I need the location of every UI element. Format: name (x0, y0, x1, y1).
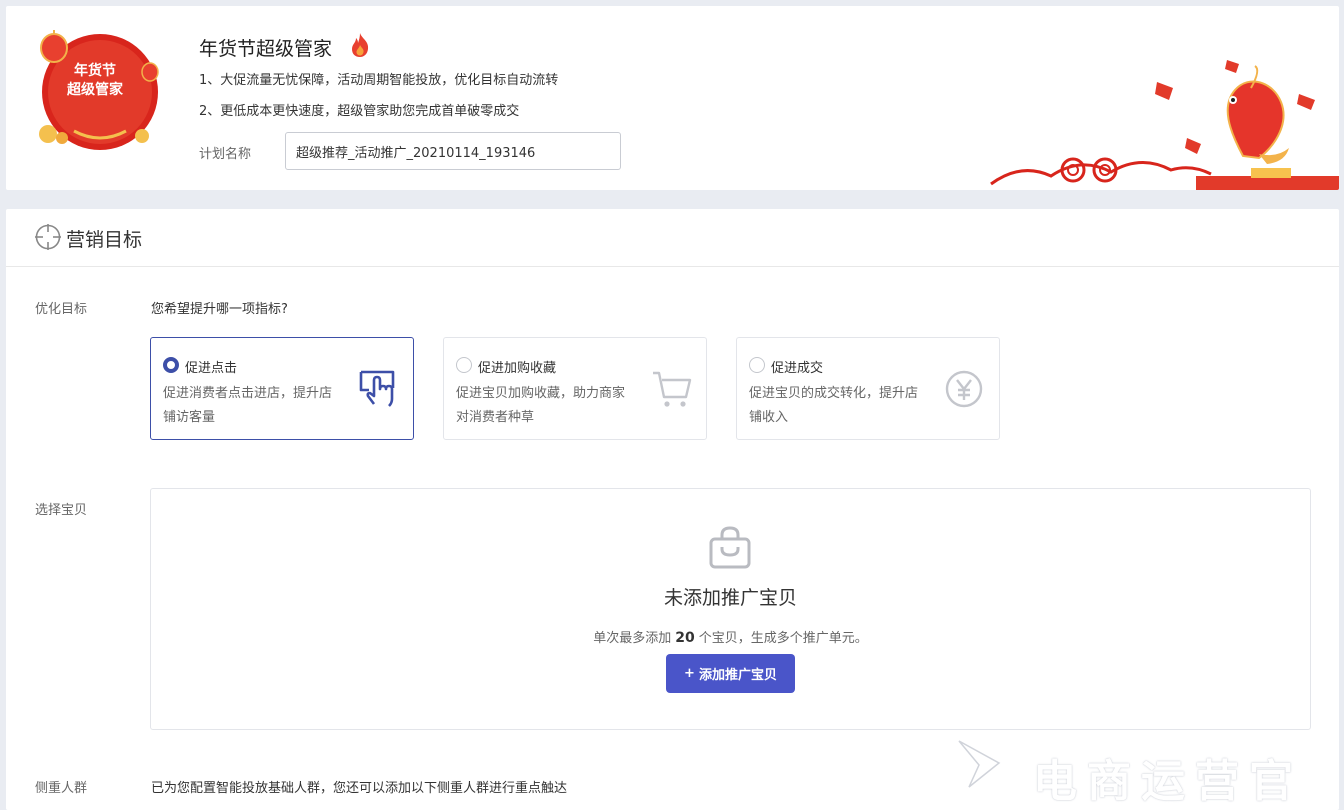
target-icon (35, 224, 61, 250)
goal-option-deal[interactable]: 促进成交 促进宝贝的成交转化，提升店铺收入 (736, 337, 1000, 440)
shopping-bag-icon (709, 526, 751, 569)
cart-icon (653, 371, 692, 407)
empty-state-title: 未添加推广宝贝 (663, 587, 797, 609)
goal-option-title: 促进加购收藏 (478, 361, 557, 376)
goal-option-desc: 促进宝贝的成交转化，提升店铺收入 (749, 386, 919, 425)
section-title: 营销目标 (66, 229, 143, 251)
radio-cart[interactable] (456, 357, 472, 373)
badge-text: 年货节 超级管家 (36, 62, 154, 100)
badge-line-2: 超级管家 (67, 82, 123, 98)
goal-option-desc: 促进宝贝加购收藏，助力商家对消费者种草 (456, 386, 626, 425)
product-empty-box: 未添加推广宝贝 单次最多添加 20 个宝贝，生成多个推广单元。 + 添加推广宝贝 (150, 488, 1311, 730)
goal-option-title: 促进成交 (771, 361, 824, 376)
goal-option-click[interactable]: 促进点击 促进消费者点击进店，提升店铺访客量 (150, 337, 414, 440)
goal-option-title: 促进点击 (185, 361, 238, 376)
audience-description: 已为您配置智能投放基础人群，您还可以添加以下侧重人群进行重点触达 (151, 781, 568, 796)
banner-title: 年货节超级管家 (199, 38, 333, 60)
plus-icon: + (684, 666, 695, 681)
add-product-button[interactable]: + 添加推广宝贝 (666, 654, 795, 693)
fire-icon (352, 33, 369, 57)
koi-fish-decoration-icon (990, 60, 1339, 190)
add-product-label: 添加推广宝贝 (698, 668, 777, 683)
empty-sub-suffix: 个宝贝，生成多个推广单元。 (698, 631, 868, 646)
goal-option-cart[interactable]: 促进加购收藏 促进宝贝加购收藏，助力商家对消费者种草 (443, 337, 707, 440)
radio-click[interactable] (163, 357, 179, 373)
banner-benefit-1: 1、大促流量无忧保障，活动周期智能投放，优化目标自动流转 (199, 73, 559, 88)
badge-line-1: 年货节 (74, 63, 116, 79)
radio-deal[interactable] (749, 357, 765, 373)
goal-option-desc: 促进消费者点击进店，提升店铺访客量 (163, 386, 333, 425)
empty-state-subtitle: 单次最多添加 20 个宝贝，生成多个推广单元。 (151, 627, 1310, 646)
empty-sub-prefix: 单次最多添加 (593, 631, 672, 646)
product-label: 选择宝贝 (35, 503, 88, 518)
promo-banner: 年货节 超级管家 年货节超级管家 1、大促流量无忧保障，活动周期智能投放，优化目… (6, 6, 1339, 190)
marketing-goal-panel: 营销目标 优化目标 您希望提升哪一项指标? 促进点击 促进消费者点击进店，提升店… (6, 209, 1339, 810)
hand-click-icon (359, 370, 395, 407)
max-count: 20 (675, 630, 695, 646)
goal-question: 您希望提升哪一项指标? (151, 302, 288, 317)
goal-label: 优化目标 (35, 302, 88, 317)
plan-name-input[interactable] (285, 132, 621, 170)
section-header: 营销目标 (6, 209, 1339, 267)
plan-name-label: 计划名称 (199, 147, 252, 162)
banner-benefit-2: 2、更低成本更快速度，超级管家助您完成首单破零成交 (199, 104, 520, 119)
audience-label: 侧重人群 (35, 781, 88, 796)
yuan-icon (945, 370, 983, 408)
